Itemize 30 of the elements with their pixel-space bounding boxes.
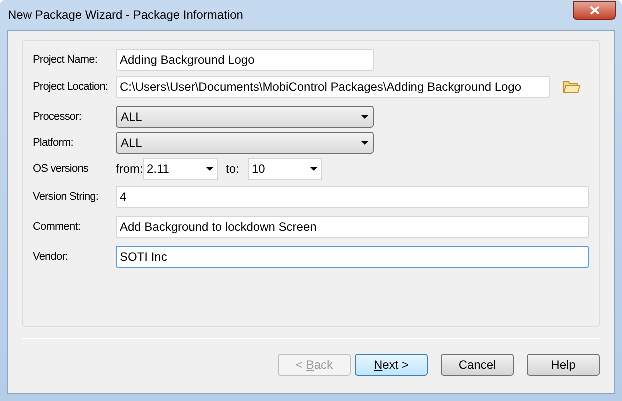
caret-icon — [206, 167, 214, 171]
combo-box[interactable]: 10 — [248, 158, 322, 180]
field-label: Platform: — [33, 136, 74, 151]
window-title: New Package Wizard - Package Information — [7, 7, 244, 24]
caret-icon — [361, 115, 369, 119]
field-label: Project Location: — [33, 80, 110, 95]
field-label: OS versions — [33, 162, 90, 177]
dropdown[interactable]: ALL — [116, 106, 374, 128]
wizard-button[interactable]: Help — [527, 354, 600, 376]
field-label: Processor: — [33, 110, 83, 125]
combo-box[interactable]: 2.11 — [143, 158, 218, 180]
wizard-button[interactable]: Next > — [355, 354, 428, 376]
text-field[interactable]: 4 — [116, 186, 589, 208]
close-icon — [590, 6, 600, 15]
wizard-button[interactable]: Cancel — [441, 354, 514, 376]
from-label: from: — [116, 161, 143, 178]
text-field[interactable]: Add Background to lockdown Screen — [116, 216, 589, 238]
caret-icon — [310, 167, 318, 171]
close-button[interactable] — [573, 1, 616, 20]
field-label: Project Name: — [33, 52, 98, 68]
field-label: Vendor: — [33, 250, 70, 265]
folder-icon[interactable] — [563, 80, 581, 94]
text-field[interactable]: C:\Users\User\Documents\MobiControl Packages\Adding Background Logo — [116, 76, 550, 98]
field-label: Version String: — [33, 190, 100, 205]
caret-icon — [361, 141, 369, 145]
text-field[interactable]: Adding Background Logo — [116, 49, 374, 71]
text-field[interactable]: SOTI Inc — [116, 246, 589, 268]
field-label: Comment: — [33, 220, 82, 235]
to-label: to: — [226, 161, 240, 178]
dropdown[interactable]: ALL — [116, 132, 374, 154]
